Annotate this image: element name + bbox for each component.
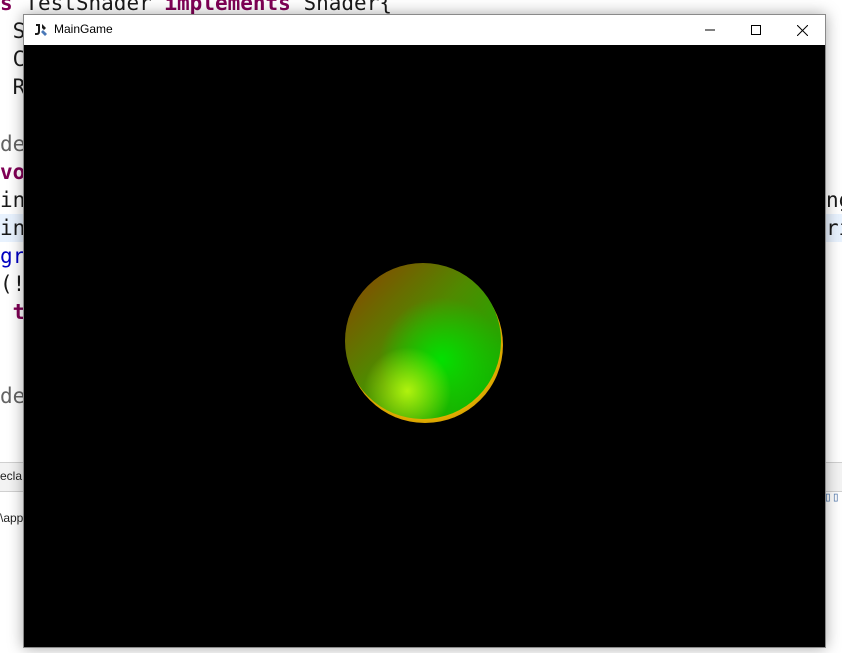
maximize-button[interactable] xyxy=(733,15,779,45)
code-token: Shader{ xyxy=(290,0,392,15)
console-toolbar-icon[interactable]: ▯▯ xyxy=(824,490,840,505)
code-token: vo xyxy=(0,159,26,184)
code-line: S xyxy=(0,17,26,45)
code-line: de xyxy=(0,382,25,410)
main-game-window[interactable]: MainGame xyxy=(23,14,826,648)
code-line: R xyxy=(0,73,26,101)
desktop-screen: s TestShader implements Shader{ S C Rde v… xyxy=(0,0,842,653)
code-token: C xyxy=(0,47,26,72)
console-path-text: \app xyxy=(0,511,24,525)
code-line: de xyxy=(0,130,25,158)
code-token: s xyxy=(0,0,26,15)
code-token: TestShader xyxy=(25,0,165,15)
code-token: (! xyxy=(0,272,26,296)
code-token: in xyxy=(0,187,26,212)
code-token: gr xyxy=(0,243,26,268)
code-line: t xyxy=(0,298,26,326)
maximize-icon xyxy=(751,25,761,35)
code-token: t xyxy=(0,300,26,325)
close-button[interactable] xyxy=(779,15,825,45)
game-render-canvas[interactable] xyxy=(24,45,825,647)
window-title: MainGame xyxy=(54,22,113,36)
code-line: C xyxy=(0,45,26,73)
code-line-overflow-text: ng xyxy=(826,187,842,212)
code-token: S xyxy=(0,19,26,44)
sphere-lime-highlight xyxy=(345,263,501,419)
code-line-overflow-text: ri xyxy=(826,215,842,240)
code-line: (! xyxy=(0,270,25,298)
java-app-icon xyxy=(35,24,47,36)
console-tab-label[interactable]: ecla xyxy=(0,469,22,483)
code-line: vo xyxy=(0,158,25,186)
code-token: implements xyxy=(164,0,291,15)
minimize-icon xyxy=(705,29,715,31)
sphere-render xyxy=(345,263,503,423)
minimize-button[interactable] xyxy=(687,15,733,45)
window-titlebar[interactable]: MainGame xyxy=(24,15,825,45)
code-line: gr xyxy=(0,242,25,270)
code-token: in xyxy=(0,215,26,240)
close-icon xyxy=(796,24,808,36)
code-token: de xyxy=(0,131,26,156)
code-token: R xyxy=(0,75,26,100)
code-line: in xyxy=(0,186,25,214)
code-token: de xyxy=(0,384,26,409)
